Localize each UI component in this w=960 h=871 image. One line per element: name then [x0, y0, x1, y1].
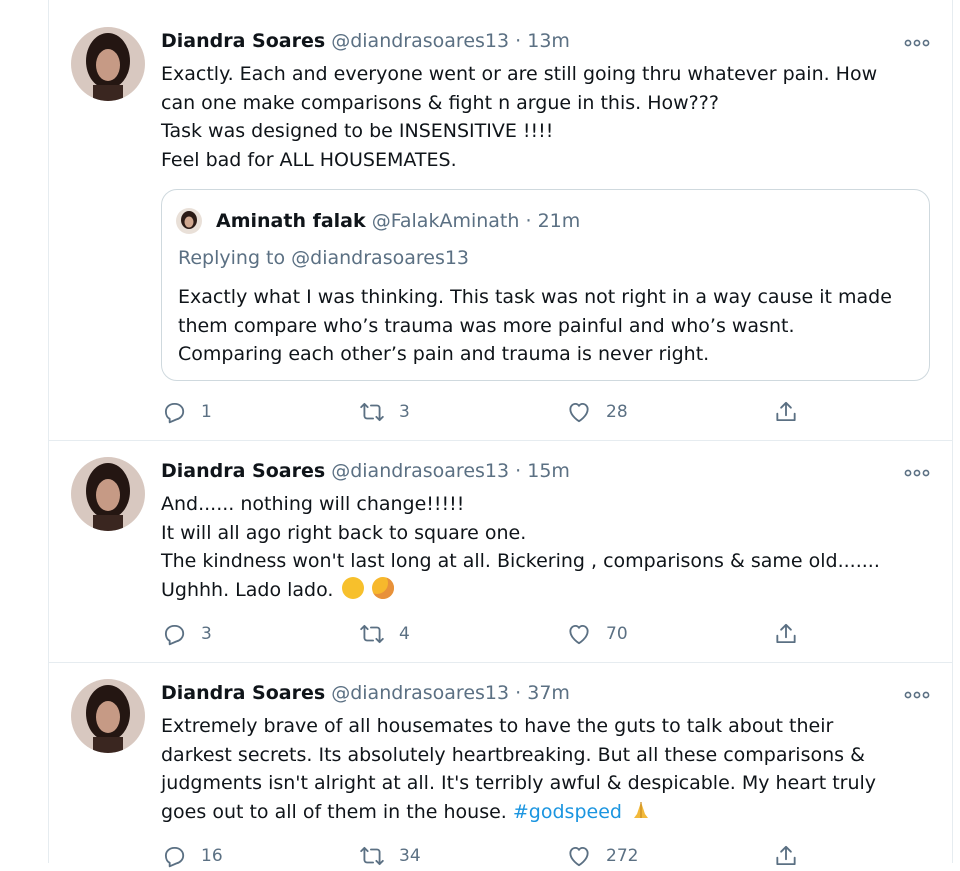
reply-button[interactable]: 16: [161, 841, 223, 871]
user-handle[interactable]: @diandrasoares13: [331, 460, 509, 482]
reply-icon: [164, 402, 185, 424]
tweet-actions: 16 34 272: [161, 841, 861, 871]
reply-count: 3: [201, 624, 212, 644]
share-icon: [776, 401, 796, 422]
separator-dot: ·: [515, 30, 522, 52]
quoted-tweet-header: Aminath falak @FalakAminath · 21m: [216, 206, 580, 236]
reply-count: 1: [201, 402, 212, 422]
retweet-button[interactable]: 3: [359, 397, 410, 427]
tweet-time[interactable]: 15m: [527, 460, 570, 482]
tweet[interactable]: Diandra Soares @diandrasoares13 · 13m Ex…: [49, 10, 952, 441]
heart-icon: [569, 846, 589, 867]
display-name: Aminath falak: [216, 210, 366, 232]
tweet-time: 21m: [537, 210, 581, 232]
tweet-actions: 1 3 28: [161, 397, 861, 427]
tweet-text-line: Comparing each other’s pain and trauma i…: [178, 343, 710, 366]
tweet-text-segment: Ughhh. Lado lado.: [161, 578, 334, 601]
tweet-header: Diandra Soares @diandrasoares13 · 15m: [161, 457, 570, 485]
share-button[interactable]: [773, 619, 813, 649]
upside-down-face-emoji: [341, 576, 364, 599]
face-with-hand-over-mouth-emoji: [371, 576, 394, 599]
like-count: 28: [606, 402, 628, 422]
tweet-text: Exactly. Each and everyone went or are s…: [161, 60, 921, 174]
tweet[interactable]: Diandra Soares @diandrasoares13 · 37m Ex…: [49, 663, 952, 868]
reply-count: 16: [201, 846, 223, 866]
more-dots-icon[interactable]: [904, 35, 930, 49]
tweet-text-line: Ughhh. Lado lado.: [161, 576, 921, 605]
tweet-text-line: And...... nothing will change!!!!!: [161, 493, 465, 515]
tweet-text-line: darkest secrets. Its absolutely heartbre…: [161, 743, 865, 766]
reply-icon: [164, 846, 185, 868]
tweet-text-line: It will all ago right back to square one…: [161, 521, 527, 544]
like-count: 70: [606, 624, 628, 644]
retweet-button[interactable]: 4: [359, 619, 410, 649]
tweet-text-line: goes out to all of them in the house. #g…: [161, 798, 921, 827]
share-icon: [776, 623, 796, 644]
share-button[interactable]: [773, 397, 813, 427]
tweet-header: Diandra Soares @diandrasoares13 · 13m: [161, 27, 570, 55]
more-dots-icon[interactable]: [904, 687, 930, 701]
retweet-icon: [360, 402, 384, 422]
tweet-text-line: can one make comparisons & fight n argue…: [161, 91, 719, 114]
retweet-count: 34: [399, 846, 421, 866]
retweet-count: 3: [399, 402, 410, 422]
tweet-text-line: Extremely brave of all housemates to hav…: [161, 715, 834, 737]
share-icon: [776, 845, 796, 866]
tweet-text-line: them compare who’s trauma was more painf…: [178, 314, 795, 337]
tweet-time[interactable]: 37m: [527, 682, 570, 704]
tweet-text-segment: goes out to all of them in the house.: [161, 800, 513, 823]
share-button[interactable]: [773, 841, 813, 871]
avatar[interactable]: [71, 457, 145, 531]
reply-button[interactable]: 1: [161, 397, 212, 427]
separator-dot: ·: [515, 682, 522, 704]
avatar[interactable]: [71, 27, 145, 101]
retweet-icon: [360, 846, 384, 866]
like-count: 272: [606, 846, 639, 866]
separator-dot: ·: [515, 460, 522, 482]
quoted-tweet-text: Exactly what I was thinking. This task w…: [178, 283, 892, 369]
more-dots-icon[interactable]: [904, 465, 930, 479]
timeline-feed: Diandra Soares @diandrasoares13 · 13m Ex…: [48, 0, 953, 868]
user-handle[interactable]: @diandrasoares13: [331, 682, 509, 704]
tweet-text-line: judgments isn't alright at all. It's ter…: [161, 772, 877, 795]
heart-icon: [569, 624, 589, 645]
tweet-text-line: The kindness won't last long at all. Bic…: [161, 550, 880, 573]
quoted-tweet[interactable]: Aminath falak @FalakAminath · 21m Replyi…: [161, 189, 930, 381]
folded-hands-emoji: [630, 799, 652, 821]
like-button[interactable]: 28: [566, 397, 628, 427]
tweet[interactable]: Diandra Soares @diandrasoares13 · 15m An…: [49, 441, 952, 663]
avatar[interactable]: [71, 679, 145, 753]
heart-icon: [569, 402, 589, 423]
display-name[interactable]: Diandra Soares: [161, 682, 325, 704]
hashtag-link[interactable]: #godspeed: [513, 801, 622, 823]
display-name[interactable]: Diandra Soares: [161, 460, 325, 482]
retweet-count: 4: [399, 624, 410, 644]
avatar: [176, 208, 202, 234]
like-button[interactable]: 272: [566, 841, 638, 871]
tweet-header: Diandra Soares @diandrasoares13 · 37m: [161, 679, 570, 707]
tweet-text-line: Exactly. Each and everyone went or are s…: [161, 63, 878, 85]
tweet-actions: 3 4 70: [161, 619, 861, 649]
reply-button[interactable]: 3: [161, 619, 212, 649]
user-handle[interactable]: @diandrasoares13: [331, 30, 509, 52]
reply-icon: [164, 624, 185, 646]
tweet-text-line: Task was designed to be INSENSITIVE !!!!: [161, 120, 554, 143]
retweet-icon: [360, 624, 384, 644]
like-button[interactable]: 70: [566, 619, 628, 649]
tweet-text: And...... nothing will change!!!!! It wi…: [161, 490, 921, 604]
display-name[interactable]: Diandra Soares: [161, 30, 325, 52]
tweet-time[interactable]: 13m: [527, 30, 570, 52]
user-handle: @FalakAminath: [371, 210, 520, 232]
separator-dot: ·: [525, 210, 532, 232]
retweet-button[interactable]: 34: [359, 841, 421, 871]
tweet-text: Extremely brave of all housemates to hav…: [161, 712, 921, 826]
tweet-text-line: Feel bad for ALL HOUSEMATES.: [161, 148, 457, 171]
tweet-text-line: Exactly what I was thinking. This task w…: [178, 286, 892, 308]
replying-to: Replying to @diandrasoares13: [178, 247, 470, 269]
